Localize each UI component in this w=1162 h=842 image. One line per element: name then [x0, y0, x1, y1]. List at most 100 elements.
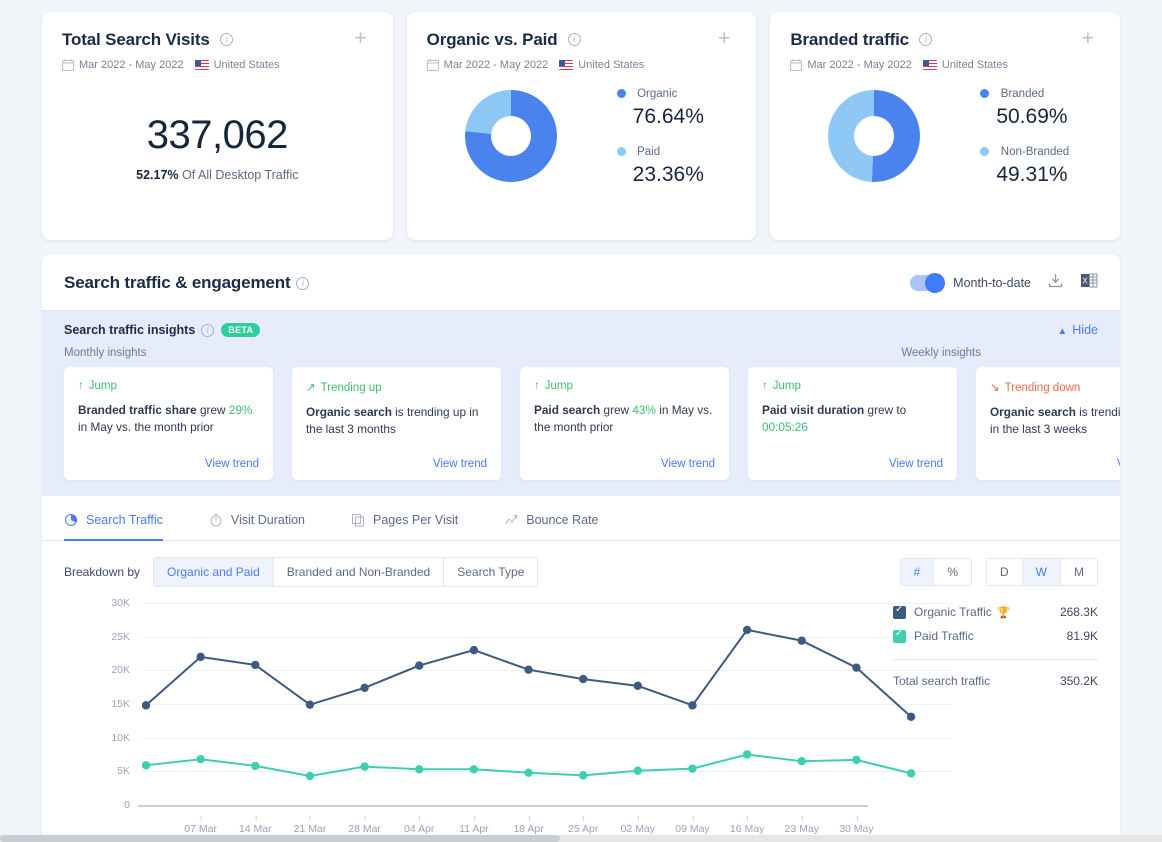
view-trend-link[interactable]: View trend: [1117, 458, 1120, 470]
data-point[interactable]: [743, 750, 751, 758]
desktop-traffic-percent: 52.17%: [136, 168, 178, 182]
data-point[interactable]: [524, 768, 532, 776]
view-trend-link[interactable]: View trend: [889, 458, 943, 470]
data-point[interactable]: [142, 761, 150, 769]
data-point[interactable]: [196, 653, 204, 661]
tab-search-traffic[interactable]: Search Traffic: [64, 497, 163, 541]
data-point[interactable]: [907, 713, 915, 721]
tab-pages-per-visit[interactable]: Pages Per Visit: [351, 497, 458, 541]
legend-dot-branded: [980, 89, 989, 98]
insights-header: Search traffic insights i BETA ▲Hide: [42, 311, 1120, 337]
search-traffic-panel: Search traffic & engagement i Month-to-d…: [42, 254, 1120, 842]
view-trend-link[interactable]: View trend: [433, 458, 487, 470]
horizontal-scrollbar[interactable]: [0, 835, 1162, 842]
data-point[interactable]: [634, 682, 642, 690]
download-icon[interactable]: [1047, 272, 1064, 294]
data-point[interactable]: [142, 701, 150, 709]
data-point[interactable]: [251, 661, 259, 669]
view-trend-link[interactable]: View trend: [205, 458, 259, 470]
data-point[interactable]: [688, 764, 696, 772]
insight-kind: ↑Jump: [762, 380, 943, 392]
data-point[interactable]: [470, 646, 478, 654]
series-label: Paid Traffic: [914, 629, 974, 643]
info-icon[interactable]: i: [220, 33, 233, 46]
country-label: United States: [578, 59, 644, 71]
chart-x-tick-labels: 07 Mar14 Mar21 Mar28 Mar04 Apr11 Apr18 A…: [142, 817, 952, 837]
chart-controls: Breakdown by Organic and PaidBranded and…: [42, 541, 1120, 587]
add-widget-button[interactable]: +: [1082, 32, 1094, 46]
insight-kind-label: Trending down: [1005, 382, 1081, 394]
calendar-icon: [62, 59, 74, 71]
tick-mark: [419, 816, 420, 821]
legend-dot-non-branded: [980, 147, 989, 156]
series-label: Organic Traffic: [914, 605, 992, 619]
insight-text: Organic search is trending down in the l…: [990, 404, 1120, 438]
data-point[interactable]: [306, 772, 314, 780]
data-point[interactable]: [306, 700, 314, 708]
unit-option-[interactable]: %: [934, 559, 971, 585]
period-option-w[interactable]: W: [1023, 559, 1061, 585]
excel-export-icon[interactable]: X: [1080, 272, 1098, 294]
metric-tabs: Search Traffic Visit Duration Pages Per Vi…: [42, 496, 1120, 541]
data-point[interactable]: [251, 762, 259, 770]
data-point[interactable]: [579, 771, 587, 779]
info-icon[interactable]: i: [201, 324, 214, 337]
info-icon[interactable]: i: [919, 33, 932, 46]
breakdown-option-branded-and-non-branded[interactable]: Branded and Non-Branded: [274, 558, 444, 586]
hide-insights-button[interactable]: ▲Hide: [1057, 323, 1098, 337]
data-point[interactable]: [196, 755, 204, 763]
data-point[interactable]: [634, 766, 642, 774]
series-checkbox[interactable]: [893, 630, 906, 643]
data-point[interactable]: [852, 663, 860, 671]
series-checkbox[interactable]: [893, 606, 906, 619]
data-point[interactable]: [415, 765, 423, 773]
tab-visit-duration[interactable]: Visit Duration: [209, 497, 305, 541]
tab-bounce-rate[interactable]: Bounce Rate: [504, 497, 598, 541]
data-point[interactable]: [907, 769, 915, 777]
data-point[interactable]: [852, 756, 860, 764]
data-point[interactable]: [579, 675, 587, 683]
breakdown-option-search-type[interactable]: Search Type: [444, 558, 537, 586]
x-axis-tick-label: 21 Mar: [294, 823, 327, 835]
data-point[interactable]: [688, 701, 696, 709]
page-title: Total Search Visits: [62, 30, 210, 50]
total-visits-subtext: 52.17% Of All Desktop Traffic: [42, 168, 393, 182]
tick-mark: [802, 816, 803, 821]
data-point[interactable]: [360, 684, 368, 692]
data-point[interactable]: [415, 661, 423, 669]
breakdown-label: Breakdown by: [64, 565, 140, 579]
tick-mark: [583, 816, 584, 821]
add-widget-button[interactable]: +: [718, 32, 730, 46]
chart-legend-rows: Organic Traffic🏆268.3KPaid Traffic81.9K: [893, 605, 1098, 643]
search-traffic-insights: Search traffic insights i BETA ▲Hide Mon…: [42, 310, 1120, 496]
legend-label-branded: Branded: [1001, 88, 1044, 100]
insight-subject: Branded traffic share: [78, 403, 197, 417]
unit-option-[interactable]: #: [901, 559, 935, 585]
x-axis-tick-label: 04 Apr: [404, 823, 434, 835]
legend-label-paid: Paid: [637, 146, 660, 158]
info-icon[interactable]: i: [296, 277, 309, 290]
view-trend-link[interactable]: View trend: [661, 458, 715, 470]
data-point[interactable]: [470, 765, 478, 773]
y-axis-tick-label: 25K: [90, 631, 130, 643]
chart-control-right: #% DWM: [900, 558, 1098, 586]
add-widget-button[interactable]: +: [354, 32, 366, 46]
breakdown-option-organic-and-paid[interactable]: Organic and Paid: [154, 558, 274, 586]
month-to-date-toggle[interactable]: [910, 275, 944, 291]
series-value: 81.9K: [1067, 629, 1098, 643]
period-option-m[interactable]: M: [1061, 559, 1097, 585]
data-point[interactable]: [360, 762, 368, 770]
legend-value-organic: 76.64%: [633, 105, 704, 129]
data-point[interactable]: [524, 665, 532, 673]
data-point[interactable]: [798, 757, 806, 765]
scrollbar-thumb[interactable]: [0, 835, 560, 842]
data-point[interactable]: [743, 626, 751, 634]
x-axis-tick-label: 14 Mar: [239, 823, 272, 835]
data-point[interactable]: [798, 637, 806, 645]
insight-subject: Paid search: [534, 403, 600, 417]
chart-plot-area: [142, 603, 952, 805]
period-option-d[interactable]: D: [987, 559, 1023, 585]
info-icon[interactable]: i: [568, 33, 581, 46]
x-axis-tick-label: 11 Apr: [459, 823, 489, 835]
trend-arrow-icon: ↘: [990, 382, 1000, 394]
